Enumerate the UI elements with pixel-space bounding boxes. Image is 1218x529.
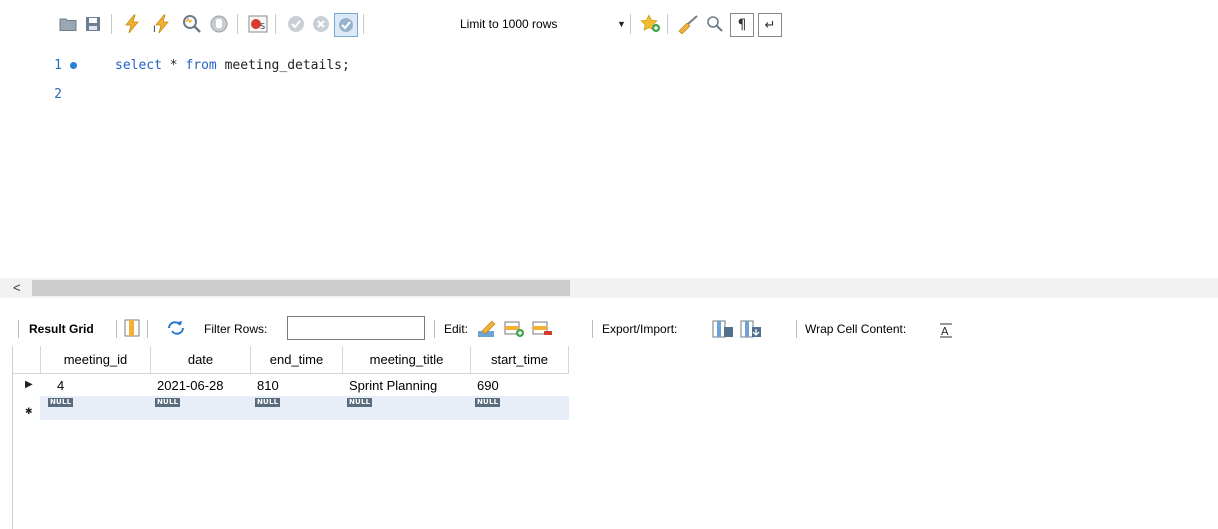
toolbar-separator xyxy=(363,14,364,34)
column-header[interactable]: meeting_id xyxy=(41,346,151,374)
sql-keyword: from xyxy=(185,58,217,73)
result-grid[interactable]: meeting_id date end_time meeting_title s… xyxy=(12,346,1218,529)
chevron-down-icon: ▼ xyxy=(617,19,626,29)
toolbar-separator xyxy=(592,320,593,338)
insert-row-icon[interactable] xyxy=(504,319,524,339)
grid-columns-icon[interactable] xyxy=(124,319,144,339)
null-badge: NULL xyxy=(347,398,373,407)
export-import-label: Export/Import: xyxy=(602,322,678,336)
delete-row-icon[interactable] xyxy=(532,319,552,339)
sql-text: * xyxy=(161,58,186,73)
result-grid-tab[interactable]: Result Grid xyxy=(29,321,94,337)
new-row[interactable]: NULL NULL NULL NULL NULL xyxy=(40,396,569,420)
result-toolbar: Result Grid Filter Rows: Edit: Export/Im… xyxy=(0,312,1218,346)
table-cell[interactable]: Sprint Planning xyxy=(343,376,471,396)
toolbar-separator xyxy=(667,14,668,34)
editor-horizontal-scrollbar[interactable]: < xyxy=(0,278,1218,298)
toolbar-separator xyxy=(237,14,238,34)
svg-text:I: I xyxy=(153,25,156,34)
beautify-icon[interactable] xyxy=(677,13,699,35)
wrap-cell-content-label: Wrap Cell Content: xyxy=(805,322,907,336)
sql-text: meeting_details; xyxy=(216,58,350,73)
sql-statement[interactable]: select * from meeting_details; xyxy=(115,55,350,77)
limit-rows-select[interactable]: Limit to 1000 rows ▼ xyxy=(458,14,638,34)
sql-editor[interactable]: 1 select * from meeting_details; 2 xyxy=(0,54,1218,278)
invisible-chars-icon[interactable]: ¶ xyxy=(730,13,754,37)
svg-text:A: A xyxy=(941,325,949,338)
row-selector-header xyxy=(13,346,41,374)
scrollbar-thumb[interactable] xyxy=(32,280,570,296)
table-cell[interactable]: 810 xyxy=(251,376,343,396)
filter-rows-label: Filter Rows: xyxy=(204,322,268,336)
autocommit-icon[interactable] xyxy=(334,13,358,37)
toolbar-separator xyxy=(630,14,631,34)
scroll-left-arrow-icon[interactable]: < xyxy=(13,278,21,298)
edit-label: Edit: xyxy=(444,322,469,336)
explain-icon[interactable] xyxy=(181,13,203,35)
editor-line: 2 xyxy=(0,84,1218,106)
column-header[interactable]: date xyxy=(151,346,251,374)
toolbar-separator xyxy=(796,320,797,338)
toolbar-separator xyxy=(275,14,276,34)
export-icon[interactable] xyxy=(712,319,733,339)
null-badge: NULL xyxy=(475,398,501,407)
current-row-arrow-icon: ▶ xyxy=(25,379,33,390)
toolbar-separator xyxy=(116,320,117,338)
commit-icon[interactable] xyxy=(285,13,307,35)
null-badge: NULL xyxy=(48,398,74,407)
save-icon[interactable] xyxy=(82,13,104,35)
refresh-icon[interactable] xyxy=(166,319,186,339)
execute-icon[interactable] xyxy=(121,13,143,35)
toolbar-separator xyxy=(18,320,19,338)
edit-row-icon[interactable] xyxy=(476,319,496,339)
table-cell[interactable]: 4 xyxy=(51,376,151,396)
line-number: 2 xyxy=(54,87,62,102)
svg-text:S: S xyxy=(260,22,265,31)
table-cell[interactable]: 690 xyxy=(471,376,569,396)
column-header[interactable]: meeting_title xyxy=(343,346,471,374)
column-header[interactable]: start_time xyxy=(471,346,569,374)
editor-line: 1 select * from meeting_details; xyxy=(0,55,1218,77)
sql-editor-toolbar: I S Limit to 1000 rows ▼ ¶ ↵ xyxy=(0,0,1218,54)
sql-keyword: select xyxy=(115,58,162,73)
stop-icon[interactable] xyxy=(208,13,230,35)
filter-rows-input[interactable] xyxy=(287,316,425,340)
open-folder-icon[interactable] xyxy=(57,13,79,35)
line-number: 1 xyxy=(54,58,62,73)
add-snippet-icon[interactable] xyxy=(640,13,662,35)
execute-current-icon[interactable]: I xyxy=(151,13,173,35)
find-icon[interactable] xyxy=(704,13,726,35)
column-header[interactable]: end_time xyxy=(251,346,343,374)
limit-rows-label: Limit to 1000 rows xyxy=(460,17,558,31)
toolbar-separator xyxy=(434,320,435,338)
import-icon[interactable] xyxy=(740,319,761,339)
wrap-cell-icon[interactable]: A xyxy=(938,322,954,338)
toggle-error-icon[interactable]: S xyxy=(247,13,269,35)
rollback-icon[interactable] xyxy=(310,13,332,35)
wrap-lines-icon[interactable]: ↵ xyxy=(758,13,782,37)
null-badge: NULL xyxy=(255,398,281,407)
null-badge: NULL xyxy=(155,398,181,407)
toolbar-separator xyxy=(147,320,148,338)
new-row-asterisk-icon: ✱ xyxy=(25,406,33,416)
table-cell[interactable]: 2021-06-28 xyxy=(151,376,251,396)
statement-marker-icon xyxy=(70,62,77,69)
toolbar-separator xyxy=(111,14,112,34)
